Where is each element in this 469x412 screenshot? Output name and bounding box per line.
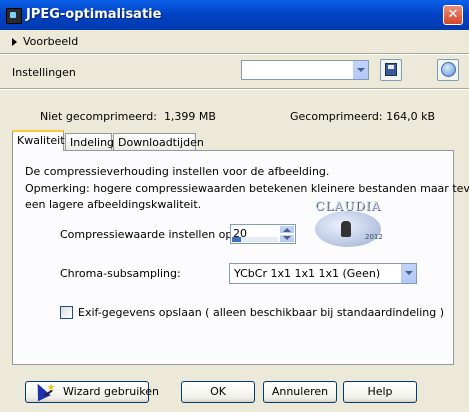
reset-icon <box>441 62 456 77</box>
watermark-logo: CLAUDIA 2012 <box>307 197 387 249</box>
floppy-disk-icon <box>385 63 397 76</box>
tab-label: Indeling <box>70 136 115 149</box>
chroma-subsampling-select[interactable]: YCbCr 1x1 1x1 1x1 (Geen) <box>229 263 417 284</box>
stepper-up-icon[interactable] <box>279 225 295 234</box>
note-text-line2: een lagere afbeeldingskwaliteit. <box>25 198 202 211</box>
preview-label: Voorbeeld <box>23 35 79 48</box>
watermark-year: 2012 <box>365 233 383 241</box>
wizard-button[interactable]: ★ Wizard gebruiken <box>25 380 159 403</box>
preview-toggle[interactable]: Voorbeeld <box>12 35 78 48</box>
compressed-label: Gecomprimeerd: <box>290 110 383 123</box>
triangle-right-icon <box>12 38 17 46</box>
save-settings-button[interactable] <box>380 59 402 81</box>
tab-downloadtijden[interactable]: Downloadtijden <box>113 133 204 150</box>
divider <box>0 88 469 90</box>
settings-label: Instellingen <box>12 66 76 79</box>
exif-label: Exif-gegevens opslaan ( alleen beschikba… <box>78 306 444 319</box>
chroma-value: YCbCr 1x1 1x1 1x1 (Geen) <box>234 267 381 280</box>
help-label: Help <box>367 385 393 398</box>
exif-checkbox[interactable] <box>60 306 73 319</box>
wizard-label: Wizard gebruiken <box>63 385 160 398</box>
description-text: De compressieverhouding instellen voor d… <box>25 165 330 178</box>
compressed-size: Gecomprimeerd: 164,0 kB <box>290 110 435 123</box>
close-icon: ✕ <box>447 7 459 22</box>
title-bar: JPEG-optimalisatie ✕ <box>0 0 469 30</box>
uncompressed-value: 1,399 MB <box>163 110 216 123</box>
tab-kwaliteit[interactable]: Kwaliteit <box>12 130 65 151</box>
window-title: JPEG-optimalisatie <box>26 7 162 22</box>
tab-label: Downloadtijden <box>118 136 204 149</box>
help-button[interactable]: Help <box>343 381 417 403</box>
chevron-down-icon[interactable] <box>400 264 416 283</box>
watermark-figure <box>341 221 351 237</box>
tab-indeling[interactable]: Indeling <box>65 133 115 150</box>
uncompressed-label: Niet gecomprimeerd: <box>40 110 157 123</box>
divider <box>0 53 469 55</box>
compression-label: Compressiewaarde instellen op: <box>60 228 237 241</box>
ok-label: OK <box>210 385 226 398</box>
chroma-label: Chroma-subsampling: <box>60 267 181 280</box>
stepper-down-icon[interactable] <box>279 234 295 243</box>
reset-settings-button[interactable] <box>437 59 459 81</box>
ok-button[interactable]: OK <box>181 381 255 403</box>
uncompressed-size: Niet gecomprimeerd: 1,399 MB <box>40 110 216 123</box>
app-icon <box>6 8 22 24</box>
cancel-label: Annuleren <box>271 385 329 398</box>
settings-combo[interactable] <box>241 60 369 80</box>
compressed-value: 164,0 kB <box>386 110 436 123</box>
stepper-buttons[interactable] <box>279 225 295 243</box>
tab-label: Kwaliteit <box>17 134 65 147</box>
close-button[interactable]: ✕ <box>443 5 463 25</box>
note-text-line1: Opmerking: hogere compressiewaarden bete… <box>25 182 469 195</box>
chevron-down-icon[interactable] <box>352 61 368 79</box>
wizard-hat-icon: ★ <box>31 380 55 402</box>
cancel-button[interactable]: Annuleren <box>263 381 337 403</box>
watermark-text: CLAUDIA <box>315 199 381 213</box>
compression-slider-track[interactable] <box>232 237 278 242</box>
compression-stepper[interactable]: 20 <box>230 224 296 244</box>
compression-slider-fill <box>232 237 242 242</box>
